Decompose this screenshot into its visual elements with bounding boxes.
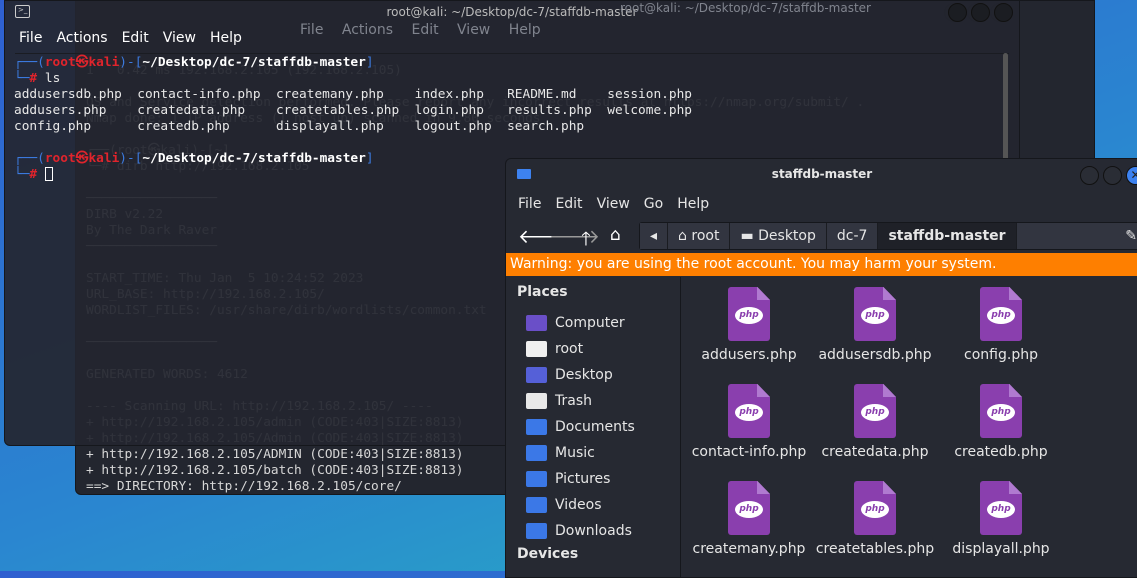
cursor — [44, 167, 53, 181]
menu-edit[interactable]: Edit — [555, 196, 582, 219]
menu-go[interactable]: Go — [644, 196, 663, 219]
menu-file[interactable]: File — [19, 30, 42, 46]
file-name: createmany.php — [692, 541, 806, 557]
file-name: contact-info.php — [691, 444, 807, 460]
sidebar-item-label: Pictures — [555, 471, 611, 487]
file-name: addusers.php — [701, 347, 797, 363]
computer-icon — [526, 315, 547, 331]
menu-actions[interactable]: Actions — [56, 30, 107, 46]
forward-arrow-icon[interactable]: 🡒 — [549, 225, 600, 248]
php-file-icon: php — [980, 481, 1022, 535]
file-name: createdata.php — [821, 444, 929, 460]
videos-folder-icon — [526, 497, 547, 513]
documents-folder-icon — [526, 419, 547, 435]
breadcrumb-staffdb-master[interactable]: staffdb-master — [878, 223, 1017, 249]
window-title: staffdb-master — [771, 167, 873, 181]
php-file-icon: php — [980, 384, 1022, 438]
up-arrow-icon[interactable]: 🡑 — [581, 225, 591, 257]
file-item[interactable]: php createdb.php — [938, 370, 1064, 460]
file-item[interactable]: php addusersdb.php — [812, 273, 938, 363]
sidebar-item-pictures[interactable]: Pictures — [517, 466, 680, 492]
desktop-icon: ▬ — [740, 228, 759, 244]
menu-help[interactable]: Help — [210, 30, 242, 46]
file-item[interactable]: php config.php — [938, 273, 1064, 363]
sidebar-item-documents[interactable]: Documents — [517, 414, 680, 440]
command: ls — [44, 71, 61, 86]
minimize-button[interactable] — [1080, 166, 1099, 185]
desktop-icon — [526, 367, 547, 383]
breadcrumb: ◂ ⌂ root ▬ Desktop dc-7 staffdb-master ✎ — [639, 222, 1137, 250]
menu-view[interactable]: View — [163, 30, 196, 46]
file-item[interactable]: php createtables.php — [812, 467, 938, 557]
breadcrumb-dc-7[interactable]: dc-7 — [826, 223, 879, 249]
sidebar-item-downloads[interactable]: Downloads — [517, 518, 680, 544]
menu-help[interactable]: Help — [677, 196, 709, 219]
sidebar-item-videos[interactable]: Videos — [517, 492, 680, 518]
sidebar: Places Computer root Desktop Trash Documents M… — [506, 277, 681, 577]
file-name: displayall.php — [952, 541, 1050, 557]
sidebar-item-music[interactable]: Music — [517, 440, 680, 466]
ls-line: addusersdb.php contact-info.php createma… — [14, 87, 692, 102]
sidebar-item-label: Desktop — [555, 367, 613, 383]
sidebar-item-computer[interactable]: Computer — [517, 310, 680, 336]
file-item[interactable]: php createmany.php — [686, 467, 812, 557]
breadcrumb-scroll-left[interactable]: ◂ — [640, 223, 669, 249]
file-name: createdb.php — [954, 444, 1048, 460]
pictures-folder-icon — [526, 471, 547, 487]
php-file-icon: php — [980, 287, 1022, 341]
php-file-icon: php — [728, 481, 770, 535]
sidebar-item-label: Computer — [555, 315, 625, 331]
php-file-icon: php — [728, 287, 770, 341]
sidebar-item-label: Trash — [555, 393, 592, 409]
sidebar-item-root[interactable]: root — [517, 336, 680, 362]
devices-header: Devices — [517, 546, 579, 562]
file-manager-window[interactable]: staffdb-master ✕ File Edit View Go Help … — [505, 158, 1137, 578]
sidebar-item-desktop[interactable]: Desktop — [517, 362, 680, 388]
sidebar-item-label: root — [555, 341, 584, 357]
window-title: root@kali: ~/Desktop/dc-7/staffdb-master — [386, 5, 638, 19]
file-name: config.php — [964, 347, 1038, 363]
ls-line: addusers.php createdata.php createtables… — [14, 103, 692, 118]
breadcrumb-root[interactable]: ⌂ root — [668, 223, 731, 249]
menu-bar: File Actions Edit View Help — [19, 30, 242, 46]
file-item[interactable]: php createdata.php — [812, 370, 938, 460]
sidebar-item-label: Videos — [555, 497, 602, 513]
minimize-button[interactable] — [948, 3, 967, 22]
file-item[interactable]: php addusers.php — [686, 273, 812, 363]
breadcrumb-desktop[interactable]: ▬ Desktop — [730, 223, 827, 249]
php-file-icon: php — [854, 384, 896, 438]
maximize-button[interactable] — [971, 3, 990, 22]
file-name: addusersdb.php — [818, 347, 932, 363]
home-icon[interactable]: ⌂ — [610, 225, 621, 245]
file-grid: php addusers.php php addusersdb.php php confi… — [686, 277, 1137, 577]
menu-edit[interactable]: Edit — [122, 30, 149, 46]
php-file-icon: php — [728, 384, 770, 438]
maximize-button[interactable] — [1103, 166, 1122, 185]
sidebar-item-trash[interactable]: Trash — [517, 388, 680, 414]
php-file-icon: php — [854, 481, 896, 535]
menu-bar: File Edit View Go Help — [506, 189, 1137, 219]
file-item[interactable]: php displayall.php — [938, 467, 1064, 557]
php-file-icon: php — [854, 287, 896, 341]
prompt-line: ┌──(root㉿kali)-[~/Desktop/dc-7/staffdb-m… — [14, 55, 374, 70]
close-button[interactable]: ✕ — [1126, 166, 1137, 185]
music-folder-icon — [526, 445, 547, 461]
menu-view[interactable]: View — [597, 196, 630, 219]
file-item[interactable]: php contact-info.php — [686, 370, 812, 460]
sidebar-item-label: Documents — [555, 419, 635, 435]
file-name: createtables.php — [815, 541, 935, 557]
home-icon: ⌂ — [678, 228, 692, 244]
edit-path-pencil-icon[interactable]: ✎ — [1016, 223, 1137, 249]
sidebar-item-label: Downloads — [555, 523, 632, 539]
close-button[interactable] — [994, 3, 1013, 22]
home-folder-icon — [526, 341, 547, 357]
places-header: Places — [517, 284, 568, 300]
sidebar-item-label: Music — [555, 445, 595, 461]
trash-icon — [526, 393, 547, 409]
downloads-folder-icon — [526, 523, 547, 539]
menu-file[interactable]: File — [518, 196, 541, 219]
ls-line: config.php createdb.php displayall.php l… — [14, 119, 585, 134]
